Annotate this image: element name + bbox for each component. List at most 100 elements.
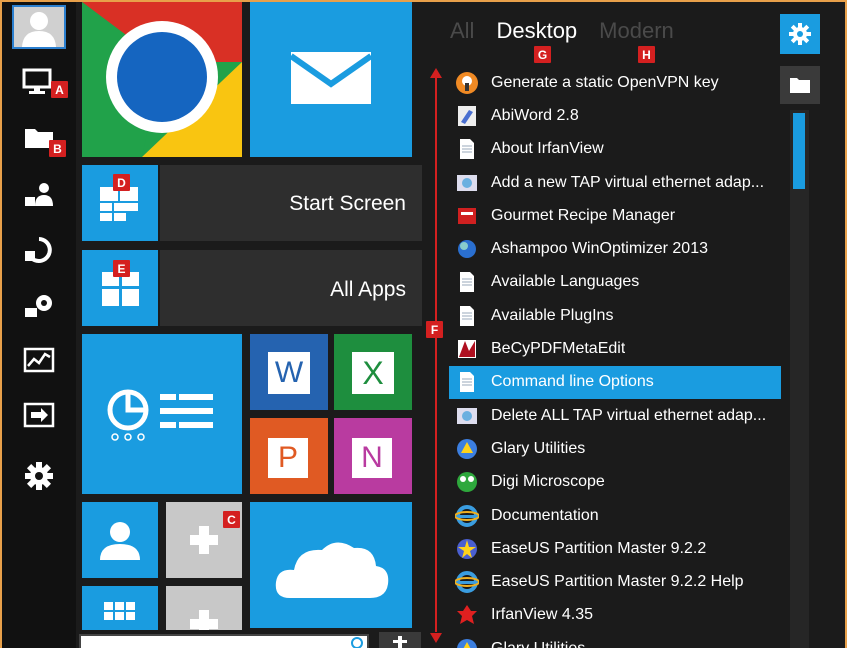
performance-icon — [23, 347, 55, 373]
list-item[interactable]: Generate a static OpenVPN key — [449, 66, 781, 99]
list-item[interactable]: IrfanView 4.35 — [449, 599, 781, 632]
list-item[interactable]: EaseUS Partition Master 9.2.2 — [449, 532, 781, 565]
powerpoint-tile[interactable]: P — [250, 418, 328, 494]
person-icon — [100, 522, 140, 560]
openvpn-icon — [455, 71, 479, 95]
plus-icon — [190, 610, 218, 630]
app-list-scrollbar[interactable] — [790, 110, 809, 648]
badge-b: B — [49, 140, 66, 157]
list-item[interactable]: Documentation — [449, 499, 781, 532]
performance-button[interactable] — [12, 339, 66, 383]
start-screen-button[interactable]: Start Screen — [160, 165, 422, 241]
list-item[interactable]: Gourmet Recipe Manager — [449, 199, 781, 232]
list-item[interactable]: Add a new TAP virtual ethernet adap... — [449, 166, 781, 199]
ie-icon — [455, 570, 479, 594]
document-icon — [455, 270, 479, 294]
scrollbar-thumb[interactable] — [793, 113, 805, 189]
all-apps-label: All Apps — [330, 278, 406, 301]
start-screen-label: Start Screen — [289, 192, 406, 215]
powerpoint-icon: P — [268, 438, 308, 478]
onenote-icon: N — [352, 438, 392, 478]
list-item[interactable]: BeCyPDFMetaEdit — [449, 332, 781, 365]
abiword-icon — [455, 104, 479, 128]
mail-tile[interactable] — [250, 2, 412, 157]
microscope-icon — [455, 470, 479, 494]
settings-button[interactable] — [12, 454, 66, 498]
user-avatar[interactable] — [12, 5, 66, 49]
start-menu: A B Start Screen D All Apps E W X P N C … — [2, 2, 845, 648]
easeus-icon — [455, 537, 479, 561]
open-folder-button[interactable] — [780, 66, 820, 104]
apps-grid-tile[interactable] — [82, 586, 158, 630]
glary-icon — [455, 637, 479, 648]
list-item[interactable]: AbiWord 2.8 — [449, 99, 781, 132]
list-item[interactable]: Glary Utilities — [449, 432, 781, 465]
ie-icon — [455, 504, 479, 528]
chrome-tile[interactable] — [82, 2, 242, 157]
badge-c: C — [223, 511, 240, 528]
category-tabs: All Desktop Modern — [450, 18, 696, 48]
switch-screen-icon — [23, 402, 55, 428]
all-apps-button[interactable]: All Apps — [160, 250, 422, 326]
document-icon — [455, 370, 479, 394]
folder-icon — [790, 78, 810, 93]
glary-icon — [455, 437, 479, 461]
onenote-tile[interactable]: N — [334, 418, 412, 494]
search-input[interactable] — [79, 634, 369, 648]
document-icon — [455, 304, 479, 328]
irfanview-icon — [455, 603, 479, 627]
cloud-icon — [275, 542, 389, 598]
badge-f: F — [426, 321, 443, 338]
list-item[interactable]: Digi Microscope — [449, 466, 781, 499]
onedrive-tile[interactable] — [250, 502, 412, 628]
dashboard-tile[interactable] — [82, 334, 242, 494]
power-button[interactable] — [379, 632, 421, 648]
badge-d: D — [113, 174, 130, 191]
gear-icon — [25, 462, 53, 490]
excel-icon: X — [352, 352, 394, 394]
excel-tile[interactable]: X — [334, 334, 412, 410]
restore-button[interactable] — [12, 228, 66, 272]
network-icon — [455, 171, 479, 195]
list-item[interactable]: Delete ALL TAP virtual ethernet adap... — [449, 399, 781, 432]
word-icon: W — [268, 352, 310, 394]
recipe-icon — [455, 204, 479, 228]
settings-tools-icon — [25, 295, 52, 317]
list-item[interactable]: EaseUS Partition Master 9.2.2 Help — [449, 565, 781, 598]
settings-gear-button[interactable] — [780, 14, 820, 54]
contacts-tile[interactable] — [82, 502, 158, 578]
list-item[interactable]: About IrfanView — [449, 133, 781, 166]
add-tile-button-2[interactable] — [166, 586, 242, 630]
mail-icon — [289, 52, 373, 104]
users-button[interactable] — [12, 173, 66, 217]
pdf-icon — [455, 337, 479, 361]
search-icon[interactable] — [346, 634, 368, 648]
list-item[interactable]: Available PlugIns — [449, 299, 781, 332]
user-icon — [22, 12, 56, 47]
switch-button[interactable] — [12, 394, 66, 438]
tools-button[interactable] — [12, 283, 66, 327]
list-item[interactable]: Ashampoo WinOptimizer 2013 — [449, 232, 781, 265]
power-icon — [393, 636, 407, 648]
refresh-icon — [25, 237, 52, 263]
dashboard-icon — [107, 389, 213, 441]
network-icon — [455, 404, 479, 428]
users-icon — [25, 183, 53, 206]
word-tile[interactable]: W — [250, 334, 328, 410]
badge-e: E — [113, 260, 130, 277]
tab-modern[interactable]: Modern — [599, 18, 674, 48]
badge-a: A — [51, 81, 68, 98]
tab-desktop[interactable]: Desktop — [496, 18, 577, 48]
chrome-icon — [82, 2, 242, 157]
scroll-arrow-marker — [430, 68, 442, 643]
badge-h: H — [638, 46, 655, 63]
app-list: Generate a static OpenVPN key AbiWord 2.… — [449, 66, 781, 648]
badge-g: G — [534, 46, 551, 63]
list-item[interactable]: Glary Utilities — [449, 632, 781, 648]
tab-all[interactable]: All — [450, 18, 474, 48]
list-item-selected[interactable]: Command line Options — [449, 365, 781, 399]
grid-icon — [104, 602, 135, 620]
list-item[interactable]: Available Languages — [449, 266, 781, 299]
ashampoo-icon — [455, 237, 479, 261]
gear-icon — [789, 23, 811, 45]
